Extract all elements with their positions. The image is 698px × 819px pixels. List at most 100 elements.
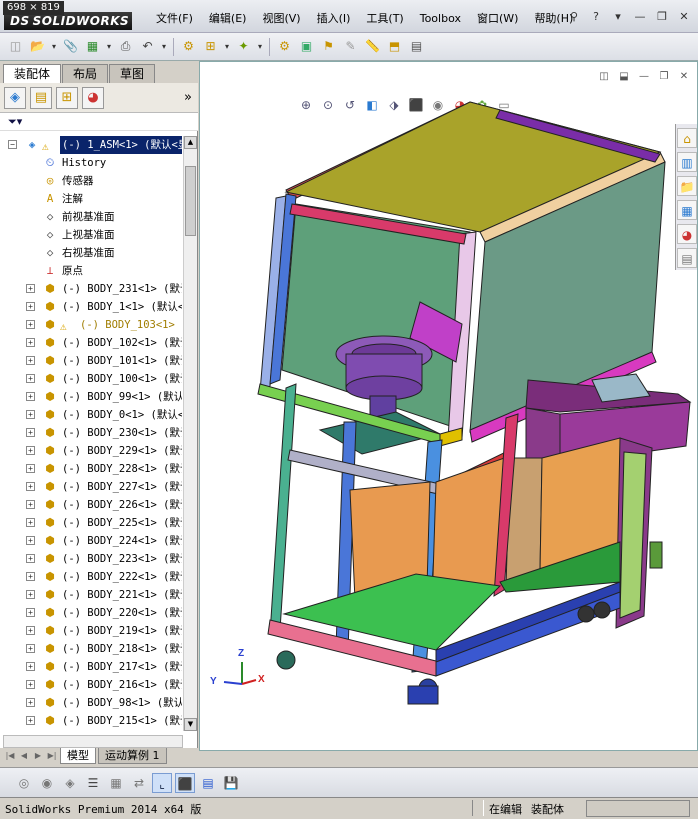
close-button[interactable]: ✕	[676, 9, 692, 25]
tab-sketch[interactable]: 草图	[109, 64, 156, 83]
display-manager-icon[interactable]: ◕	[82, 86, 104, 109]
tree-horizontal-scrollbar[interactable]	[3, 735, 183, 748]
menu-view[interactable]: 视图(V)	[254, 10, 308, 28]
tree-part-item[interactable]: + ⬢ (-) BODY_215<1> (默认	[0, 712, 182, 730]
cube-view-icon[interactable]: ⬛	[175, 772, 195, 793]
tree-part-item[interactable]: + ⬢ ⚠ (-) BODY_103<1> (	[0, 316, 182, 334]
options-icon[interactable]: ⚙	[275, 37, 294, 56]
tree-part-item[interactable]: + ⬢ (-) BODY_1<1> (默认<	[0, 298, 182, 316]
toolbox-icon[interactable]: ✎	[341, 37, 360, 56]
scroll-up-icon[interactable]: ▲	[184, 136, 197, 149]
menu-window[interactable]: 窗口(W)	[469, 10, 526, 28]
tree-part-item[interactable]: + ⬢ (-) BODY_221<1> (默认	[0, 586, 182, 604]
reference-triad[interactable]: Z X Y	[206, 648, 268, 698]
expand-icon[interactable]: +	[26, 320, 35, 329]
minimize-button[interactable]: —	[632, 9, 648, 25]
chevron-down-icon[interactable]: ▾	[256, 42, 264, 51]
menu-file[interactable]: 文件(F)	[148, 10, 201, 28]
tree-part-item[interactable]: + ⬢ (-) BODY_222<1> (默认	[0, 568, 182, 586]
expand-icon[interactable]: +	[26, 536, 35, 545]
chevron-down-icon[interactable]: ▾	[50, 42, 58, 51]
expand-icon[interactable]: +	[26, 284, 35, 293]
menu-edit[interactable]: 编辑(E)	[201, 10, 255, 28]
reference-geometry-icon[interactable]: ⬒	[385, 37, 404, 56]
tree-part-item[interactable]: + ⬢ (-) BODY_100<1> (默认	[0, 370, 182, 388]
expand-icon[interactable]: +	[26, 500, 35, 509]
menu-tools[interactable]: 工具(T)	[358, 10, 411, 28]
tree-part-item[interactable]: + ⬢ (-) BODY_223<1> (默认	[0, 550, 182, 568]
chevron-down-icon[interactable]: ▾	[610, 9, 626, 25]
tab-assembly[interactable]: 装配体	[3, 64, 62, 83]
insert-component-icon[interactable]: ⚙	[179, 37, 198, 56]
table-icon[interactable]: ▤	[198, 773, 218, 793]
assembly-model[interactable]	[200, 62, 698, 751]
tree-part-item[interactable]: + ⬢ (-) BODY_224<1> (默认	[0, 532, 182, 550]
tree-part-item[interactable]: + ⬢ (-) BODY_216<1> (默认	[0, 676, 182, 694]
prev-tab-icon[interactable]: ◀	[18, 748, 30, 763]
expand-icon[interactable]: +	[26, 446, 35, 455]
move-component-icon[interactable]: ✦	[234, 37, 253, 56]
tree-feature-item[interactable]: ⏲ History	[0, 154, 182, 172]
tree-part-item[interactable]: + ⬢ (-) BODY_98<1> (默认	[0, 694, 182, 712]
layout-icon[interactable]: ▤	[407, 37, 426, 56]
expand-icon[interactable]: +	[26, 554, 35, 563]
smart-fastener-icon[interactable]: ⚑	[319, 37, 338, 56]
last-tab-icon[interactable]: ▶|	[46, 748, 58, 763]
expand-icon[interactable]: +	[26, 374, 35, 383]
open-icon[interactable]: 📂	[28, 37, 47, 56]
rebuild-icon[interactable]: ▦	[83, 37, 102, 56]
tree-part-item[interactable]: + ⬢ (-) BODY_219<1> (默认	[0, 622, 182, 640]
wireframe-icon[interactable]: ◎	[14, 773, 34, 793]
next-tab-icon[interactable]: ▶	[32, 748, 44, 763]
tree-part-item[interactable]: + ⬢ (-) BODY_229<1> (默认	[0, 442, 182, 460]
tree-part-item[interactable]: + ⬢ (-) BODY_218<1> (默认	[0, 640, 182, 658]
expand-icon[interactable]: +	[26, 626, 35, 635]
tree-part-item[interactable]: + ⬢ (-) BODY_220<1> (默认	[0, 604, 182, 622]
expand-icon[interactable]: +	[26, 572, 35, 581]
tab-model[interactable]: 模型	[60, 748, 96, 764]
tree-feature-item[interactable]: ◇ 前视基准面	[0, 208, 182, 226]
exploded-view-icon[interactable]: ▣	[297, 37, 316, 56]
property-manager-icon[interactable]: ▤	[30, 86, 52, 109]
tab-layout[interactable]: 布局	[62, 64, 109, 83]
tree-part-item[interactable]: + ⬢ (-) BODY_226<1> (默认	[0, 496, 182, 514]
funnel-icon[interactable]: ⏷▾	[8, 115, 22, 128]
hidden-lines-icon[interactable]: ◉	[37, 773, 57, 793]
menu-insert[interactable]: 插入(I)	[309, 10, 359, 28]
grid-icon[interactable]: ▦	[106, 773, 126, 793]
origins-icon[interactable]: ⌞	[152, 772, 172, 793]
expand-icon[interactable]: +	[26, 338, 35, 347]
chevron-down-icon[interactable]: ▾	[160, 42, 168, 51]
tree-feature-item[interactable]: ◇ 上视基准面	[0, 226, 182, 244]
tree-part-item[interactable]: + ⬢ (-) BODY_227<1> (默认	[0, 478, 182, 496]
help-icon[interactable]: ?	[588, 9, 604, 25]
tree-part-item[interactable]: + ⬢ (-) BODY_228<1> (默认	[0, 460, 182, 478]
expand-icon[interactable]: +	[26, 428, 35, 437]
configuration-manager-icon[interactable]: ⊞	[56, 86, 78, 109]
chevron-down-icon[interactable]: ▾	[105, 42, 113, 51]
tree-part-item[interactable]: + ⬢ (-) BODY_99<1> (默认	[0, 388, 182, 406]
collapse-icon[interactable]: −	[8, 140, 17, 149]
expand-icon[interactable]: +	[26, 644, 35, 653]
mate-icon[interactable]: ⊞	[201, 37, 220, 56]
list-icon[interactable]: ☰	[83, 773, 103, 793]
graphics-area[interactable]: ◫ ⬓ — ❐ ✕ ⊕ ⊙ ↺ ◧ ⬗ ⬛ ◉ ◕ ✿ ▭ ⌂ ▥ 📁 ▦ ◕ …	[199, 61, 698, 751]
shaded-icon[interactable]: ◈	[60, 773, 80, 793]
feature-manager-icon[interactable]: ◈	[4, 86, 26, 109]
tree-part-item[interactable]: + ⬢ (-) BODY_225<1> (默认	[0, 514, 182, 532]
expand-icon[interactable]: +	[26, 518, 35, 527]
tree-feature-item[interactable]: ⊥ 原点	[0, 262, 182, 280]
menu-toolbox[interactable]: Toolbox	[412, 10, 469, 28]
expand-icon[interactable]: +	[26, 662, 35, 671]
tree-feature-item[interactable]: ◇ 右视基准面	[0, 244, 182, 262]
save-view-icon[interactable]: 💾	[221, 773, 241, 793]
tree-part-item[interactable]: + ⬢ (-) BODY_230<1> (默认	[0, 424, 182, 442]
tree-root-assembly[interactable]: − ◈ ⚠ (-) 1_ASM<1> (默认<显	[0, 136, 182, 154]
tree-part-item[interactable]: + ⬢ (-) BODY_101<1> (默认	[0, 352, 182, 370]
tree-part-item[interactable]: + ⬢ (-) BODY_217<1> (默认	[0, 658, 182, 676]
tree-vertical-scrollbar[interactable]: ▲ ▼	[183, 136, 197, 731]
expand-icon[interactable]: +	[26, 608, 35, 617]
chevron-down-icon[interactable]: ▾	[223, 42, 231, 51]
scroll-down-icon[interactable]: ▼	[184, 718, 197, 731]
undo-icon[interactable]: ↶	[138, 37, 157, 56]
